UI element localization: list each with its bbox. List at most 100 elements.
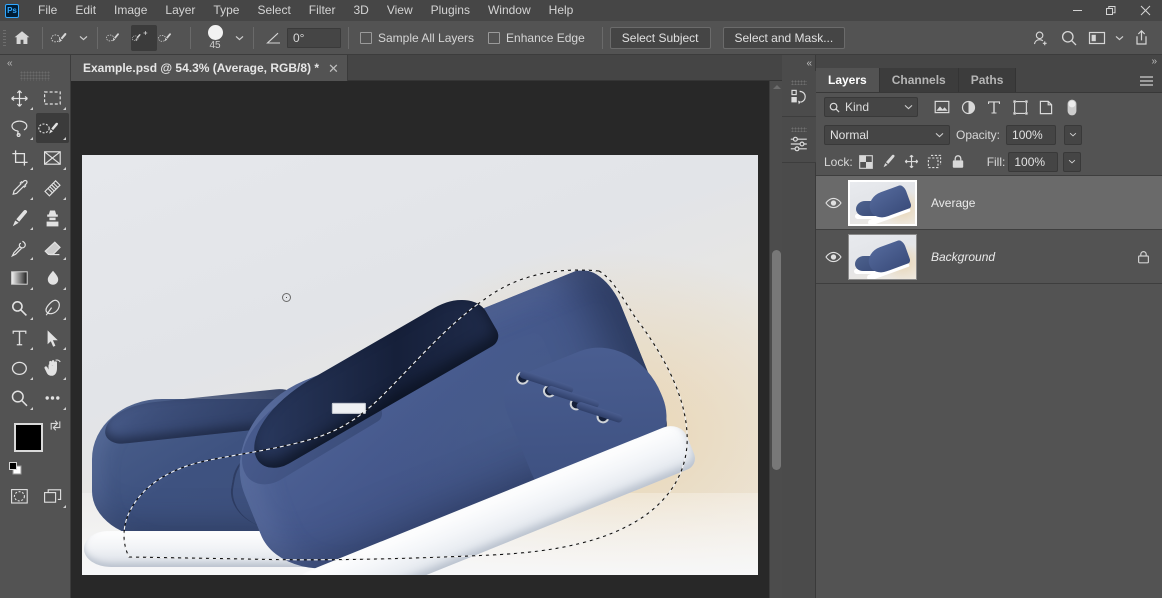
- history-panel-icon[interactable]: [782, 71, 816, 117]
- home-icon[interactable]: [9, 25, 35, 51]
- share-user-icon[interactable]: [1028, 25, 1054, 51]
- clone-stamp-tool[interactable]: [36, 203, 69, 233]
- layer-name[interactable]: Background: [931, 250, 995, 264]
- move-tool[interactable]: [3, 83, 36, 113]
- lock-position-icon[interactable]: [902, 152, 922, 172]
- canvas-scrollbar-thumb[interactable]: [772, 250, 781, 470]
- canvas-vertical-scrollbar[interactable]: [769, 81, 782, 598]
- menu-file[interactable]: File: [29, 0, 66, 21]
- layer-visibility-eye-icon[interactable]: [818, 251, 848, 263]
- history-brush-tool[interactable]: [3, 233, 36, 263]
- ellipse-tool[interactable]: [3, 353, 36, 383]
- eyedropper-tool[interactable]: [3, 173, 36, 203]
- path-selection-tool[interactable]: [36, 323, 69, 353]
- export-icon[interactable]: [1128, 25, 1154, 51]
- filter-shape-layers-icon[interactable]: [1008, 96, 1032, 118]
- default-colors-icon[interactable]: [9, 462, 22, 475]
- menu-edit[interactable]: Edit: [66, 0, 105, 21]
- filter-kind-select[interactable]: Kind: [824, 97, 918, 117]
- tab-paths[interactable]: Paths: [958, 68, 1017, 92]
- enhance-edge-checkbox[interactable]: Enhance Edge: [488, 31, 585, 45]
- filter-toggle-icon[interactable]: [1060, 96, 1084, 118]
- adjustments-panel-icon[interactable]: [782, 117, 816, 163]
- blend-mode-select[interactable]: Normal: [824, 124, 950, 145]
- crop-tool[interactable]: [3, 143, 36, 173]
- select-and-mask-button[interactable]: Select and Mask...: [722, 26, 846, 49]
- filter-type-layers-icon[interactable]: [982, 96, 1006, 118]
- select-subject-button[interactable]: Select Subject: [609, 26, 711, 49]
- blur-tool[interactable]: [36, 263, 69, 293]
- filter-adjustment-layers-icon[interactable]: [956, 96, 980, 118]
- menu-filter[interactable]: Filter: [300, 0, 345, 21]
- frame-tool[interactable]: [36, 143, 69, 173]
- brush-chevron-down-icon[interactable]: [232, 26, 246, 50]
- selection-mode-add-icon[interactable]: [131, 24, 157, 51]
- foreground-color-swatch[interactable]: [14, 423, 43, 452]
- layer-row-background[interactable]: Background: [816, 230, 1162, 284]
- screen-mode-icon[interactable]: [36, 481, 69, 511]
- dock-collapse-icon[interactable]: «: [806, 58, 811, 69]
- opacity-stepper-chevron-down-icon[interactable]: [1064, 124, 1083, 145]
- menu-image[interactable]: Image: [105, 0, 156, 21]
- dodge-tool[interactable]: [3, 293, 36, 323]
- menu-view[interactable]: View: [378, 0, 422, 21]
- filter-smart-objects-icon[interactable]: [1034, 96, 1058, 118]
- angle-input[interactable]: 0°: [287, 27, 341, 48]
- healing-brush-tool[interactable]: [36, 173, 69, 203]
- hand-tool[interactable]: [36, 353, 69, 383]
- scroll-up-arrow-icon[interactable]: [773, 85, 781, 89]
- filter-pixel-layers-icon[interactable]: [930, 96, 954, 118]
- menu-window[interactable]: Window: [479, 0, 540, 21]
- opacity-input[interactable]: 100%: [1006, 124, 1057, 145]
- brush-size-preview[interactable]: 45: [198, 24, 232, 51]
- pen-tool[interactable]: [36, 293, 69, 323]
- menu-layer[interactable]: Layer: [156, 0, 204, 21]
- selection-mode-subtract-icon[interactable]: [157, 25, 183, 51]
- minimize-button[interactable]: [1060, 0, 1094, 21]
- tab-layers[interactable]: Layers: [816, 68, 880, 92]
- lasso-tool[interactable]: [3, 113, 36, 143]
- edit-toolbar-tool[interactable]: [36, 383, 69, 413]
- chevron-down-icon[interactable]: [935, 132, 944, 138]
- document-tab[interactable]: Example.psd @ 54.3% (Average, RGB/8) * ✕: [71, 55, 348, 81]
- quick-selection-tool[interactable]: [36, 113, 69, 143]
- close-button[interactable]: [1128, 0, 1162, 21]
- dock-grip[interactable]: [791, 126, 807, 132]
- panel-menu-icon[interactable]: [1139, 75, 1154, 87]
- menu-select[interactable]: Select: [248, 0, 299, 21]
- restore-button[interactable]: [1094, 0, 1128, 21]
- menu-3d[interactable]: 3D: [344, 0, 377, 21]
- selection-mode-new-icon[interactable]: [105, 25, 131, 51]
- tools-panel-grip[interactable]: [20, 71, 50, 81]
- panel-expand-icon[interactable]: »: [1151, 56, 1156, 67]
- lock-transparent-pixels-icon[interactable]: [856, 152, 876, 172]
- tools-collapse-icon[interactable]: «: [0, 58, 13, 69]
- search-icon[interactable]: [1056, 25, 1082, 51]
- fill-input[interactable]: 100%: [1008, 151, 1059, 172]
- rectangular-marquee-tool[interactable]: [36, 83, 69, 113]
- close-icon[interactable]: ✕: [328, 62, 339, 75]
- sample-all-layers-checkbox[interactable]: Sample All Layers: [360, 31, 474, 45]
- menu-plugins[interactable]: Plugins: [422, 0, 479, 21]
- eraser-tool[interactable]: [36, 233, 69, 263]
- lock-image-pixels-icon[interactable]: [879, 152, 899, 172]
- swap-colors-icon[interactable]: [49, 419, 62, 432]
- layer-row-average[interactable]: Average: [816, 176, 1162, 230]
- chevron-down-icon[interactable]: [904, 104, 913, 110]
- layer-thumbnail[interactable]: [848, 233, 917, 280]
- lock-artboard-nesting-icon[interactable]: [925, 152, 945, 172]
- layer-visibility-eye-icon[interactable]: [818, 197, 848, 209]
- quick-mask-icon[interactable]: [3, 481, 36, 511]
- menu-help[interactable]: Help: [540, 0, 583, 21]
- tool-preset-chevron-down-icon[interactable]: [76, 26, 90, 50]
- layer-name[interactable]: Average: [931, 196, 975, 210]
- workspace-chevron-down-icon[interactable]: [1112, 26, 1126, 50]
- zoom-tool[interactable]: [3, 383, 36, 413]
- tab-channels[interactable]: Channels: [879, 68, 959, 92]
- dock-grip[interactable]: [791, 80, 807, 85]
- brush-tool[interactable]: [3, 203, 36, 233]
- type-tool[interactable]: [3, 323, 36, 353]
- workspace-icon[interactable]: [1084, 25, 1110, 51]
- lock-all-icon[interactable]: [948, 152, 968, 172]
- document-image[interactable]: [82, 155, 758, 575]
